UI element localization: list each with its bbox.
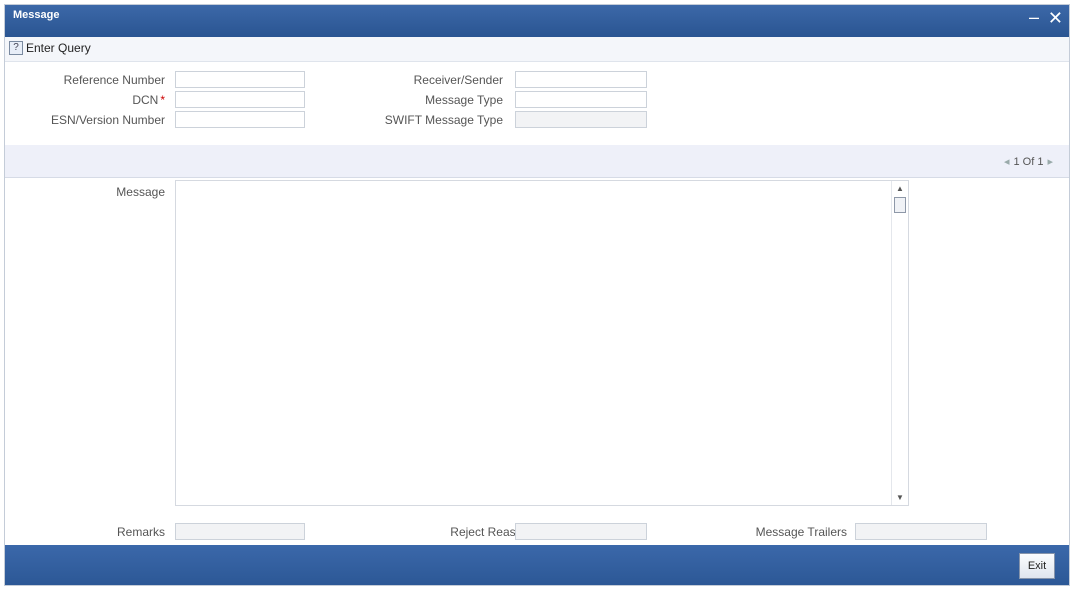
swift-message-type-field[interactable]	[515, 111, 647, 128]
close-icon[interactable]: ✕	[1048, 8, 1063, 28]
scroll-up-icon[interactable]: ▲	[892, 184, 908, 193]
footer-bar: Exit	[5, 545, 1069, 585]
message-scrollbar[interactable]: ▲ ▼	[891, 181, 908, 505]
message-label: Message	[116, 185, 165, 199]
next-record-icon[interactable]: ▸	[1047, 155, 1053, 168]
dcn-label: DCN *	[132, 93, 165, 107]
message-trailers-label: Message Trailers	[755, 525, 847, 539]
message-trailers-field[interactable]	[855, 523, 987, 540]
receiver-sender-field[interactable]	[515, 71, 647, 88]
message-window: Message – ✕ ? Enter Query Reference Numb…	[4, 4, 1070, 586]
scroll-thumb[interactable]	[894, 197, 906, 213]
receiver-sender-label: Receiver/Sender	[413, 73, 503, 87]
record-navigation-bar: ◂ 1 Of 1 ▸	[5, 145, 1069, 178]
reference-number-label: Reference Number	[63, 73, 165, 87]
enter-query-label: Enter Query	[26, 41, 91, 55]
page-indicator: 1 Of 1	[1013, 155, 1044, 168]
dcn-field[interactable]	[175, 91, 305, 108]
esn-version-number-field[interactable]	[175, 111, 305, 128]
reference-number-field[interactable]	[175, 71, 305, 88]
esn-version-number-label: ESN/Version Number	[50, 113, 165, 127]
enter-query-button[interactable]: ? Enter Query	[9, 41, 91, 55]
exit-button[interactable]: Exit	[1019, 553, 1055, 579]
toolbar: ? Enter Query	[5, 37, 1069, 62]
query-icon: ?	[9, 41, 23, 55]
swift-message-type-label: SWIFT Message Type	[384, 113, 503, 127]
message-textarea[interactable]: ▲ ▼	[175, 180, 909, 506]
title-bar: Message – ✕	[5, 5, 1069, 37]
required-marker: *	[160, 93, 165, 107]
scroll-down-icon[interactable]: ▼	[892, 493, 908, 502]
remarks-label: Remarks	[116, 525, 165, 539]
reject-reason-field[interactable]	[515, 523, 647, 540]
message-type-field[interactable]	[515, 91, 647, 108]
remarks-field[interactable]	[175, 523, 305, 540]
message-type-label: Message Type	[425, 93, 503, 107]
window-title: Message	[13, 9, 60, 21]
previous-record-icon[interactable]: ◂	[1004, 155, 1010, 168]
minimize-icon[interactable]: –	[1029, 7, 1039, 27]
record-pager: ◂ 1 Of 1 ▸	[1004, 155, 1053, 169]
